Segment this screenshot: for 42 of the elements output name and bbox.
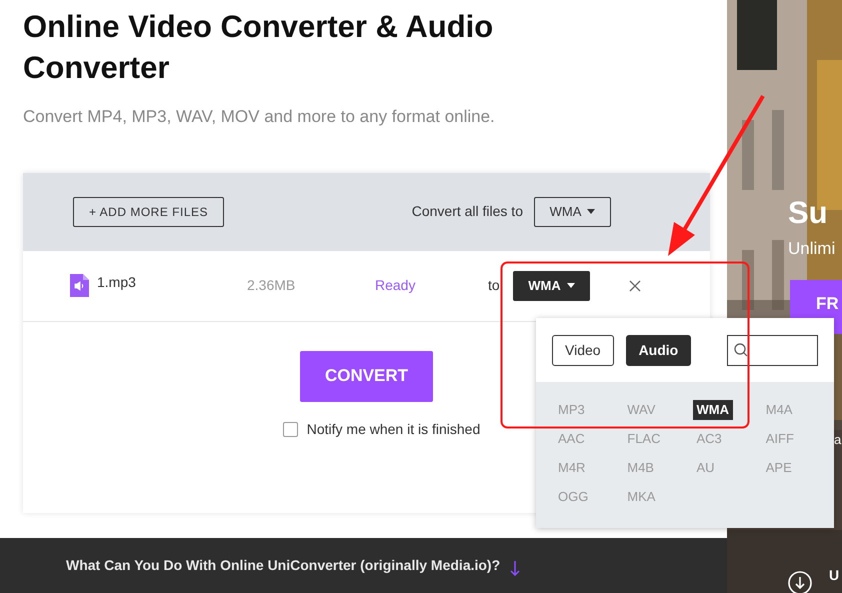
download-icon[interactable] (788, 571, 812, 593)
file-status: Ready (375, 276, 416, 295)
format-option[interactable]: MP3 (557, 400, 586, 420)
format-option[interactable]: WMA (692, 400, 733, 420)
to-label: to (487, 276, 501, 295)
notify-checkbox[interactable] (282, 422, 298, 436)
audio-file-icon (70, 274, 89, 297)
promo-text: a (834, 431, 842, 449)
format-dropdown[interactable]: WMA (534, 196, 611, 226)
search-field[interactable] (727, 334, 818, 366)
format-option[interactable]: WAV (626, 400, 656, 420)
down-arrow-icon[interactable] (510, 561, 520, 576)
file-name: 1.mp3 (97, 273, 137, 292)
category-tab[interactable]: Video (552, 334, 614, 366)
format-option[interactable]: MKA (626, 487, 656, 507)
format-option[interactable]: M4A (764, 400, 794, 420)
format-option[interactable]: AU (696, 458, 716, 478)
convert-button[interactable]: CONVERT (300, 350, 433, 402)
format-option[interactable]: OGG (557, 487, 590, 507)
search-icon (734, 343, 748, 357)
bottom-bar-text[interactable]: What Can You Do With Online UniConverter (originally Media.io)? (66, 555, 500, 576)
caret-icon (587, 209, 596, 214)
close-icon[interactable] (629, 280, 641, 292)
promo-heading: Su (788, 194, 828, 232)
convert-all-label: Convert all files to (412, 202, 523, 221)
category-tab[interactable]: Audio (626, 334, 692, 366)
format-option[interactable]: M4R (557, 458, 586, 478)
promo-text: U (829, 566, 840, 585)
format-dropdown[interactable]: WMA (513, 270, 590, 300)
format-option[interactable]: AC3 (696, 429, 723, 449)
caret-icon (566, 283, 575, 288)
notify-label: Notify me when it is finished (306, 420, 480, 439)
promo-subheading: Unlimi (788, 238, 836, 260)
add-files-button[interactable]: + ADD MORE FILES (73, 196, 224, 226)
format-option[interactable]: APE (764, 458, 793, 478)
format-option[interactable]: FLAC (626, 429, 662, 449)
page-title: Online Video Converter & Audio Converter (23, 8, 494, 87)
format-option[interactable]: AAC (557, 429, 586, 449)
format-option[interactable]: AIFF (764, 429, 795, 449)
format-option[interactable]: M4B (626, 458, 655, 478)
page-subtitle: Convert MP4, MP3, WAV, MOV and more to any format online. (23, 106, 496, 128)
file-size: 2.36MB (247, 276, 296, 295)
